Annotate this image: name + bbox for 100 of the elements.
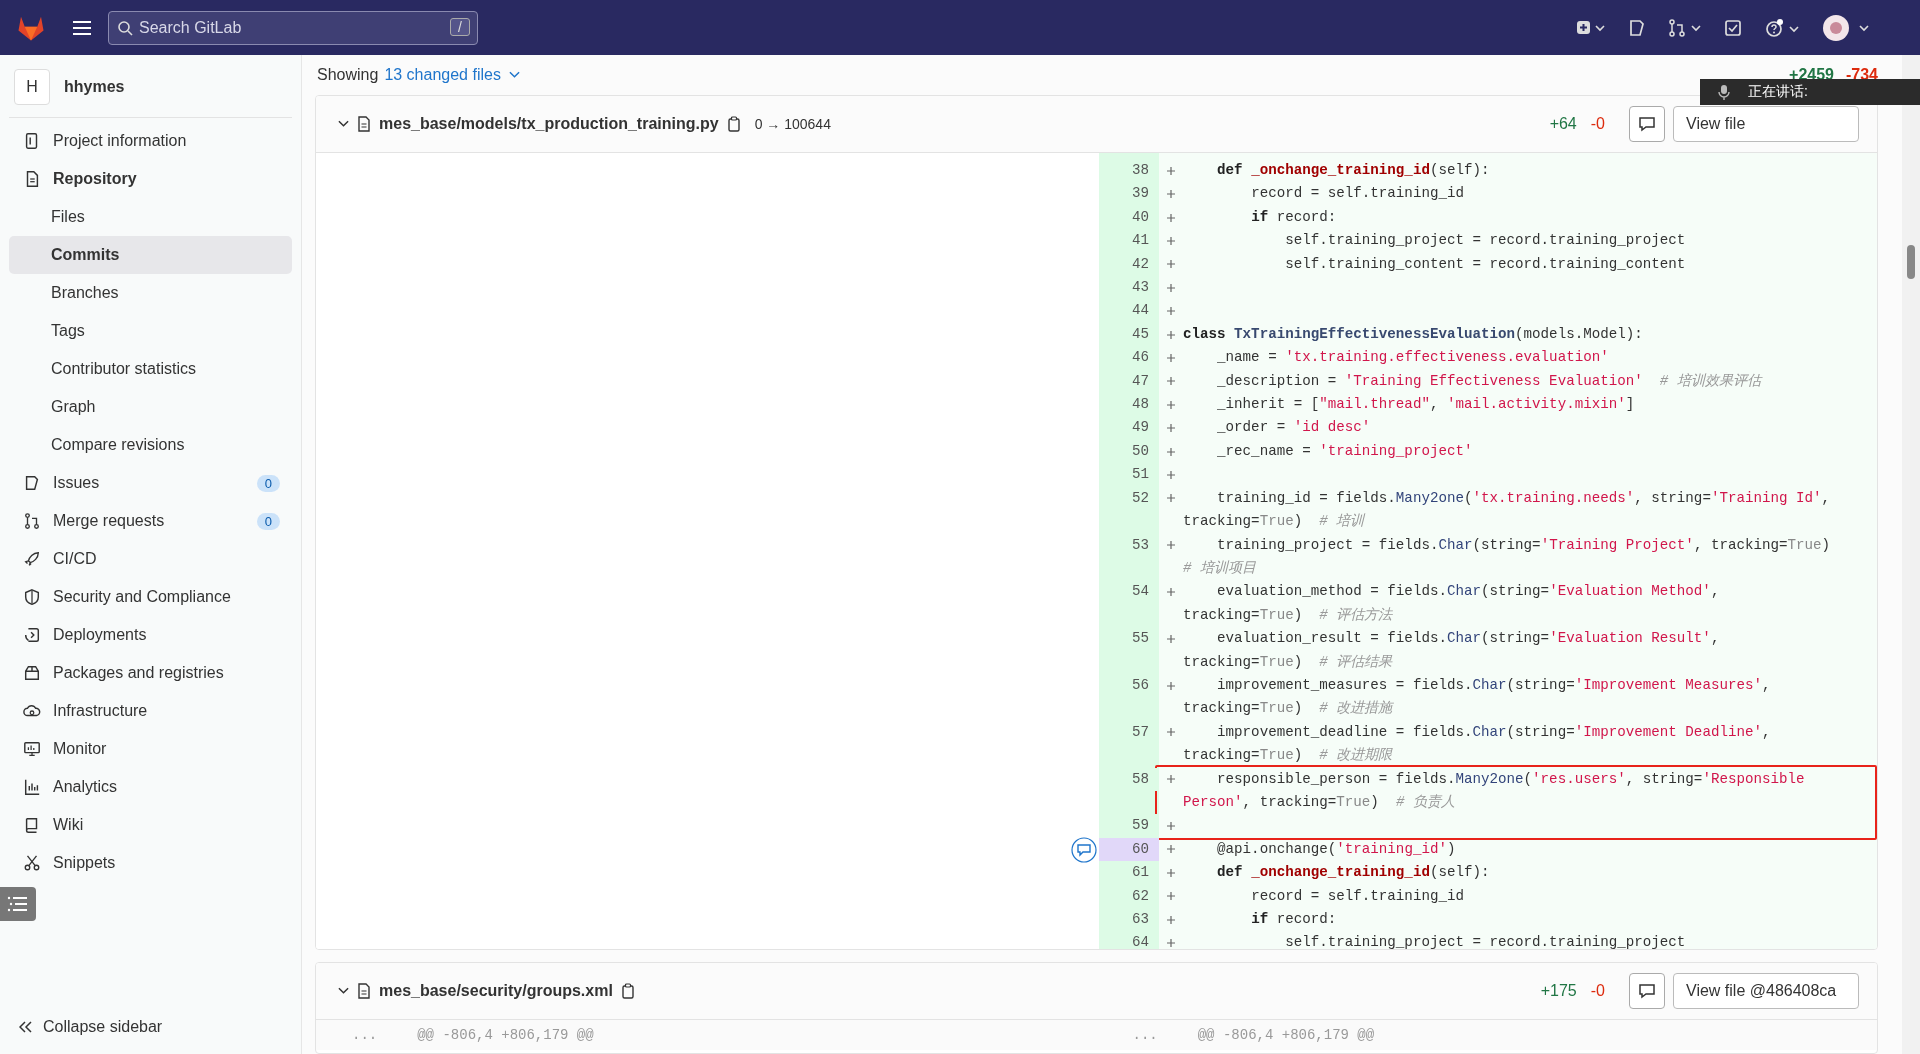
sidebar-item[interactable]: Packages and registries	[9, 654, 292, 692]
sidebar-item[interactable]: Repository	[9, 160, 292, 198]
merge-request-dropdown-icon[interactable]	[1668, 18, 1702, 37]
view-file-button[interactable]: View file @486408ca	[1673, 973, 1859, 1009]
comment-button[interactable]	[1629, 106, 1665, 142]
code-line: _rec_name = 'training_project'	[1216, 441, 1474, 461]
sidebar-item[interactable]: Analytics	[9, 768, 292, 806]
plus-icon	[1167, 541, 1175, 550]
plus-icon	[1167, 330, 1175, 339]
scrollbar[interactable]	[1902, 55, 1920, 1054]
copy-icon[interactable]	[620, 983, 635, 999]
speaking-text: 正在讲话:	[1748, 83, 1808, 101]
plus-icon	[1167, 307, 1175, 316]
plus-icon	[1167, 470, 1175, 479]
sidebar-item[interactable]: Snippets	[9, 844, 292, 882]
file-path[interactable]: mes_base/models/tx_production_training.py	[379, 115, 719, 133]
hunk-header: @@ -806,4 +806,179 @@	[1197, 1027, 1375, 1043]
menu-icon[interactable]	[72, 19, 92, 36]
plus-icon	[1167, 236, 1175, 245]
count-badge: 0	[256, 474, 280, 492]
sidebar-item[interactable]: Infrastructure	[9, 692, 292, 730]
plus-icon	[1167, 822, 1175, 831]
hunk-header: @@ -806,4 +806,179 @@	[417, 1027, 594, 1043]
sidebar-item[interactable]: Deployments	[9, 616, 292, 654]
sidebar-subitem[interactable]: Branches	[9, 274, 292, 312]
plus-icon	[1167, 213, 1175, 222]
code-line: self.training_project = record.training_project	[1284, 933, 1687, 949]
file-path[interactable]: mes_base/security/groups.xml	[379, 982, 613, 1000]
plus-icon	[1167, 634, 1175, 643]
double-chevron-icon	[19, 1021, 33, 1033]
plus-icon	[1167, 845, 1175, 854]
deployment-icon	[23, 626, 41, 644]
sidebar-subitem[interactable]: Compare revisions	[9, 426, 292, 464]
view-file-button[interactable]: View file	[1673, 106, 1859, 142]
code-line: class TxTrainingEffectivenessEvaluation(models.Model):	[1183, 324, 1644, 344]
sidebar-item[interactable]: Issues 0	[9, 464, 292, 502]
code-line: evaluation_method = fields.Char(string='Evaluation Method', tracking=True) # 评估方法	[1183, 582, 1721, 625]
code-line: if record:	[1250, 910, 1338, 929]
plus-icon	[1167, 424, 1175, 433]
project-name[interactable]: hhymes	[64, 78, 125, 96]
changed-files-dropdown[interactable]: 13 changed files	[384, 66, 520, 84]
monitor-icon	[23, 740, 41, 758]
file-icon	[357, 116, 371, 132]
collapse-sidebar-button[interactable]: Collapse sidebar	[9, 1010, 292, 1044]
sidebar-item[interactable]: CI/CD	[9, 540, 292, 578]
scissors-icon	[23, 854, 41, 872]
plus-icon	[1167, 353, 1175, 362]
plus-icon	[1167, 447, 1175, 456]
plus-icon	[1167, 892, 1175, 901]
issues-icon[interactable]	[1628, 18, 1646, 37]
chevron-down-icon[interactable]	[338, 987, 349, 995]
removed-count: -0	[1590, 115, 1605, 133]
chevron-down-icon	[508, 71, 520, 79]
plus-icon	[1167, 939, 1175, 948]
sidebar-item[interactable]: Security and Compliance	[9, 578, 292, 616]
sidebar-subitem[interactable]: Graph	[9, 388, 292, 426]
count-badge: 0	[256, 512, 280, 530]
package-icon	[23, 664, 41, 682]
code-line: training_id = fields.Many2one('tx.training.needs', string='Training Id', tracking=True) # 培训	[1183, 488, 1832, 532]
project-avatar[interactable]: H	[14, 69, 50, 105]
code-line: @api.onchange('training_id')	[1216, 839, 1457, 859]
issue-icon	[23, 474, 41, 492]
plus-icon	[1167, 166, 1175, 175]
comment-button[interactable]	[1629, 973, 1665, 1009]
microphone-icon	[1718, 84, 1730, 100]
merge-request-icon	[23, 512, 41, 530]
code-line: record = self.training_id	[1250, 184, 1465, 204]
code-line: _description = 'Training Effectiveness Evaluation' # 培训效果评估	[1216, 371, 1764, 391]
code-line: if record:	[1250, 207, 1338, 227]
sidebar-subitem[interactable]: Contributor statistics	[9, 350, 292, 388]
sidebar-item[interactable]: Project information	[9, 122, 292, 160]
search-icon	[117, 19, 133, 36]
code-line: improvement_deadline = fields.Char(string='Improvement Deadline', tracking=True) # 改进期限	[1183, 722, 1772, 766]
file-icon	[357, 983, 371, 999]
code-line: def _onchange_training_id(self):	[1216, 161, 1491, 180]
outline-toggle-button[interactable]	[0, 887, 36, 921]
sidebar-subitem[interactable]: Commits	[9, 236, 292, 274]
avatar-dropdown-icon[interactable]	[1822, 13, 1872, 42]
summary-text: Showing	[317, 66, 379, 84]
comment-icon	[1638, 116, 1656, 132]
plus-icon	[1167, 190, 1175, 199]
removed-count: -0	[1590, 982, 1605, 1000]
sidebar-item[interactable]: Monitor	[9, 730, 292, 768]
chevron-down-icon[interactable]	[338, 120, 349, 128]
sidebar-subitem[interactable]: Files	[9, 198, 292, 236]
code-line: self.training_content = record.training_content	[1284, 254, 1687, 274]
code-line: responsible_person = fields.Many2one('res.users', string='Responsible Person', tracking=True) # 负责人	[1183, 769, 1806, 812]
line-number[interactable]: 60	[1099, 837, 1159, 862]
code-line: _inherit = ["mail.thread", 'mail.activity.mixin']	[1216, 395, 1636, 415]
comment-bubble-icon[interactable]	[1071, 836, 1097, 863]
sidebar-item[interactable]: Wiki	[9, 806, 292, 844]
plus-icon	[1167, 260, 1175, 269]
plus-icon	[1167, 775, 1175, 784]
sidebar-subitem[interactable]: Tags	[9, 312, 292, 350]
copy-icon[interactable]	[726, 116, 741, 132]
todo-check-icon[interactable]	[1724, 18, 1742, 37]
help-dropdown-icon[interactable]	[1764, 17, 1800, 38]
sidebar-item[interactable]: Merge requests 0	[9, 502, 292, 540]
code-line: def _onchange_training_id(self):	[1216, 863, 1491, 883]
new-item-dropdown-icon[interactable]	[1576, 18, 1606, 37]
